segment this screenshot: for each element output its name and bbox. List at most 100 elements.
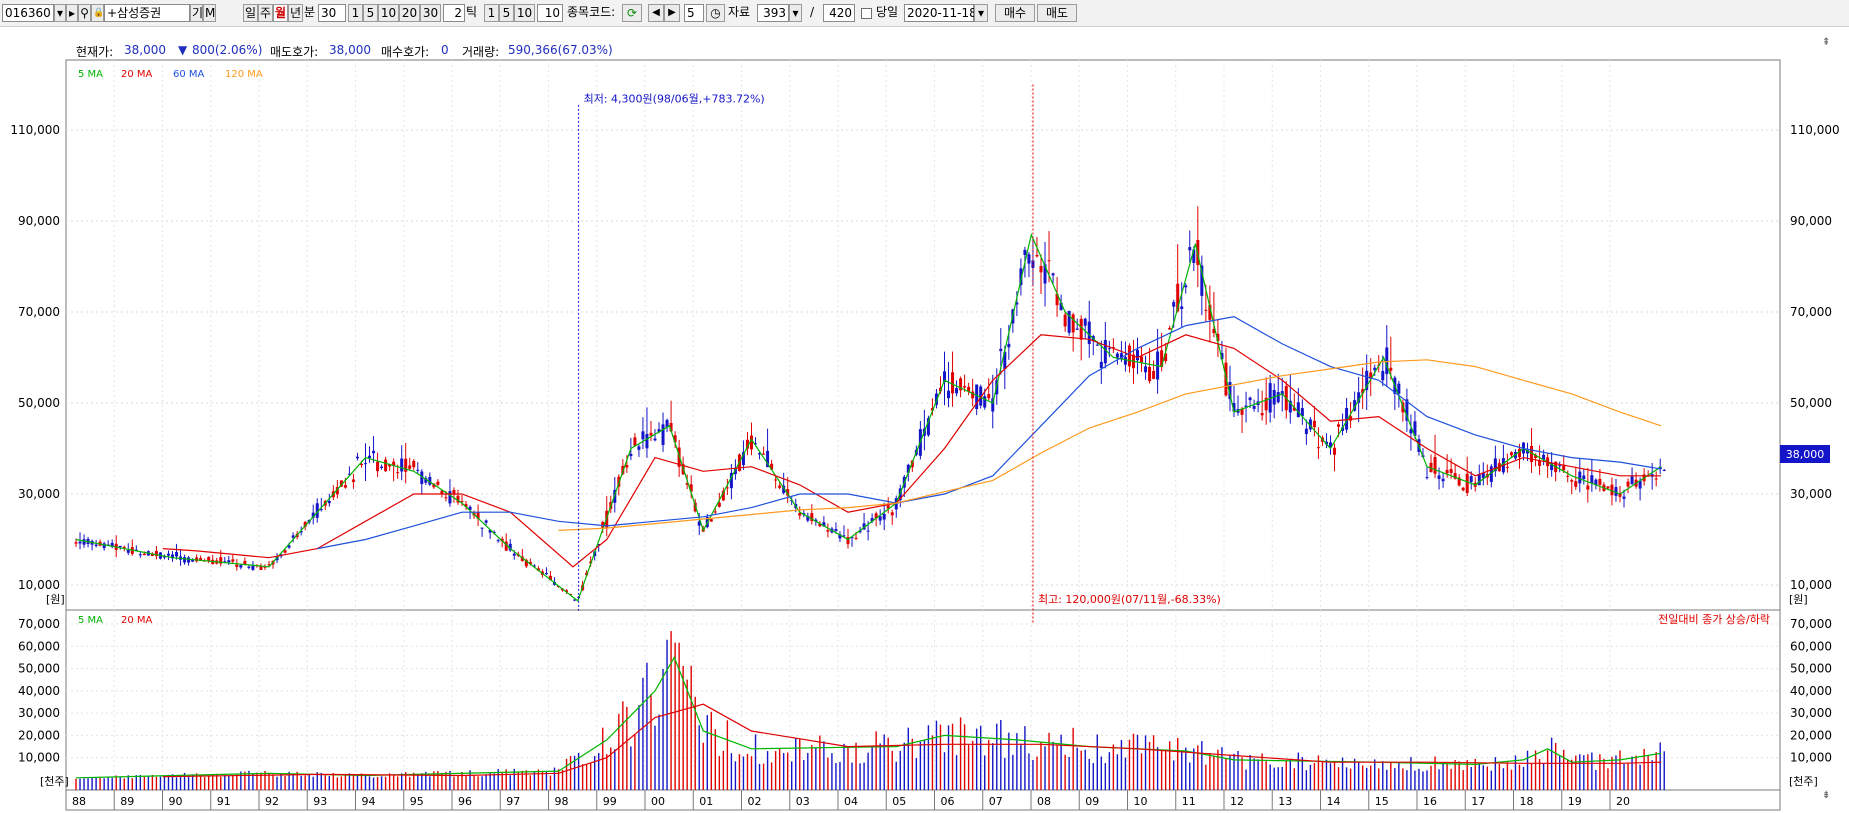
candle-body [1437, 475, 1441, 479]
candle-body [1296, 402, 1300, 418]
price-tick-label: 90,000 [18, 214, 60, 228]
year-tick-label: 93 [313, 795, 327, 808]
candle-body [247, 566, 251, 568]
year-tick-label: 97 [506, 795, 520, 808]
year-tick-label: 08 [1037, 795, 1051, 808]
candle-body [1095, 344, 1099, 346]
candle-body [1047, 260, 1051, 262]
candle-body [1582, 475, 1586, 480]
candle-body [1063, 314, 1067, 327]
price-tick-label: 10,000 [18, 578, 60, 592]
volume-tick-label-right: 20,000 [1790, 728, 1832, 742]
candle-body [448, 491, 452, 504]
year-tick-label: 95 [410, 795, 424, 808]
year-tick-label: 89 [120, 795, 134, 808]
candle-body [1333, 447, 1337, 455]
year-tick-label: 07 [989, 795, 1003, 808]
candle-body [372, 450, 376, 454]
annotation-high: 최고: 120,000원(07/11월,-68.33%) [1038, 593, 1221, 606]
candle-body [187, 557, 191, 563]
candle-body [1051, 273, 1055, 276]
price-tick-label-right: 50,000 [1790, 396, 1832, 410]
candle-body [544, 573, 548, 575]
year-tick-label: 10 [1134, 795, 1148, 808]
volume-tick-label-right: 60,000 [1790, 639, 1832, 653]
volume-unit-label: [천주] [40, 774, 69, 788]
candle-body [653, 438, 657, 441]
candle-body [1465, 473, 1469, 493]
year-tick-label: 05 [892, 795, 906, 808]
candle-body [1630, 476, 1634, 485]
candle-body [1276, 392, 1280, 403]
volume-note: 전일대비 종가 상승/하락 [1658, 612, 1770, 626]
stock-chart[interactable]: 38,000 ⇞ ⇟ 10,000 10,000 30,000 30,000 50,00… [0, 0, 1849, 813]
candle-body [1558, 465, 1562, 467]
candle-body [207, 556, 211, 561]
candle-body [878, 516, 882, 521]
year-tick-label: 98 [555, 795, 569, 808]
candle-body [1590, 475, 1594, 484]
candle-body [963, 386, 967, 388]
candle-body [854, 537, 858, 539]
legend-ma5: 5 MA [78, 69, 103, 80]
candle-body [183, 557, 187, 563]
candle-body [649, 432, 653, 436]
candle-body [1586, 485, 1590, 490]
volume-tick-label-right: 50,000 [1790, 662, 1832, 676]
candle-body [291, 535, 295, 538]
price-unit-label-right: [원] [1789, 593, 1808, 606]
volume-tick-label-right: 10,000 [1790, 751, 1832, 765]
candle-body [94, 544, 98, 546]
price-ma-line [317, 315, 1662, 550]
candle-body [122, 546, 126, 548]
candle-body [1123, 357, 1127, 365]
candle-body [396, 472, 400, 474]
candle-body [1662, 469, 1666, 471]
volume-tick-label: 10,000 [18, 751, 60, 765]
candle-body [327, 500, 331, 504]
candle-body [235, 564, 239, 567]
candle-body [1172, 302, 1176, 307]
candle-body [999, 348, 1003, 352]
candle-body [1071, 314, 1075, 333]
year-tick-label: 06 [941, 795, 955, 808]
price-tick-label: 110,000 [10, 123, 60, 137]
year-tick-label: 91 [217, 795, 231, 808]
candle-body [1626, 481, 1630, 487]
candle-body [512, 553, 516, 556]
candle-body [412, 460, 416, 468]
candle-body [1136, 349, 1139, 361]
candle-body [1505, 466, 1509, 468]
candle-body [384, 459, 388, 472]
candle-body [380, 466, 384, 468]
candle-body [496, 540, 500, 542]
current-price-tag: 38,000 [1786, 448, 1825, 461]
candle-body [778, 485, 782, 488]
candle-body [436, 481, 440, 485]
candle-body [826, 530, 830, 532]
candle-body [1023, 249, 1027, 255]
candle-body [1252, 405, 1256, 409]
price-tick-label-right: 90,000 [1790, 214, 1832, 228]
candle-body [1509, 452, 1513, 456]
year-tick-label: 12 [1230, 795, 1244, 808]
legend-ma120: 120 MA [225, 69, 263, 80]
candle-body [1538, 460, 1542, 466]
volume-tick-label: 50,000 [18, 662, 60, 676]
candle-body [416, 469, 420, 471]
candle-body [1445, 469, 1449, 474]
candle-body [1144, 366, 1148, 373]
year-tick-label: 18 [1520, 795, 1534, 808]
candle-body [1079, 318, 1083, 340]
candle-body [74, 542, 78, 544]
candle-body [400, 458, 404, 472]
candle-body [1007, 343, 1011, 348]
candle-body [1654, 478, 1658, 480]
year-tick-label: 02 [748, 795, 762, 808]
candle-body [480, 527, 484, 529]
candle-body [138, 554, 142, 556]
volume-tick-label-right: 30,000 [1790, 706, 1832, 720]
legend-vol-ma5: 5 MA [78, 615, 103, 626]
candle-body [1188, 247, 1192, 251]
expand-icon: ⇞ [1822, 37, 1830, 48]
